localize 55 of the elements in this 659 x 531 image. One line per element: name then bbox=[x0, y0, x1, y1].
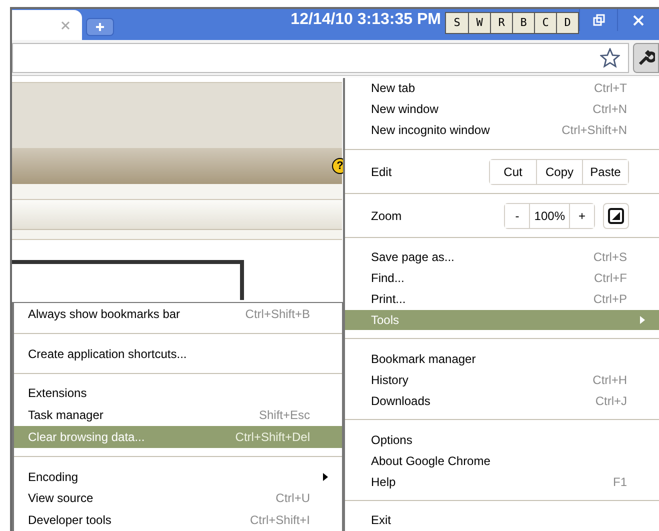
shortcut-text: Ctrl+P bbox=[593, 291, 627, 308]
plus-icon bbox=[95, 22, 105, 32]
restore-icon bbox=[592, 14, 604, 26]
new-tab-button[interactable] bbox=[86, 18, 114, 36]
shortcut-text: Shift+Esc bbox=[258, 407, 310, 424]
clock-text: 12/14/10 3:13:35 PM bbox=[290, 10, 441, 30]
fullscreen-button[interactable] bbox=[603, 202, 629, 229]
menu-item[interactable]: Downloads Ctrl+J bbox=[345, 390, 659, 412]
menu-label: Edit bbox=[371, 164, 393, 181]
menu-item[interactable]: Developer tools Ctrl+Shift+I bbox=[14, 509, 342, 531]
menu-item[interactable]: Extensions bbox=[14, 382, 342, 404]
toolbar-button[interactable]: S bbox=[446, 13, 468, 33]
shortcut-text: Ctrl+S bbox=[593, 249, 627, 266]
toolbar-button[interactable]: R bbox=[490, 13, 512, 33]
menu-item[interactable]: Encoding bbox=[14, 466, 342, 488]
menu-item[interactable]: Save page as... Ctrl+S bbox=[345, 246, 659, 268]
toolbar-button[interactable]: B bbox=[512, 13, 534, 33]
toolbar-button[interactable]: C bbox=[534, 13, 556, 33]
menu-item[interactable]: View source Ctrl+U bbox=[14, 488, 342, 510]
fullscreen-icon bbox=[608, 208, 624, 224]
shortcut-text: Ctrl+H bbox=[592, 372, 627, 389]
shortcut-text: Ctrl+U bbox=[276, 490, 310, 508]
shortcut-text: Ctrl+Shift+B bbox=[245, 306, 310, 323]
menu-item[interactable]: New window Ctrl+N bbox=[345, 98, 659, 120]
shortcut-text: Ctrl+Shift+Del bbox=[235, 428, 310, 446]
star-icon[interactable] bbox=[600, 48, 620, 68]
shortcut-text: Ctrl+J bbox=[595, 392, 627, 410]
menu-item[interactable]: History Ctrl+H bbox=[345, 369, 659, 390]
close-icon bbox=[633, 14, 644, 26]
toolbar-button[interactable]: W bbox=[468, 13, 490, 33]
shortcut-text: Ctrl+Shift+N bbox=[562, 122, 627, 140]
shortcut-text: Ctrl+Shift+I bbox=[250, 512, 310, 530]
menu-item[interactable]: Create application shortcuts... bbox=[14, 342, 342, 364]
menu-item[interactable]: Find... Ctrl+F bbox=[345, 268, 659, 289]
wrench-button[interactable] bbox=[633, 42, 659, 72]
shortcut-text: F1 bbox=[612, 474, 627, 491]
menu-item[interactable]: Always show bookmarks bar Ctrl+Shift+B bbox=[14, 303, 342, 325]
menu-item[interactable]: Print... Ctrl+P bbox=[345, 288, 659, 310]
submenu-arrow-icon bbox=[640, 316, 645, 324]
menu-item[interactable]: New incognito window Ctrl+Shift+N bbox=[345, 120, 659, 141]
submenu-arrow-icon bbox=[323, 472, 328, 481]
edit-button[interactable]: Paste bbox=[582, 160, 628, 184]
menu-item[interactable]: About Google Chrome bbox=[345, 450, 659, 472]
shortcut-text: Ctrl+N bbox=[592, 101, 627, 118]
shortcut-text: Ctrl+F bbox=[594, 270, 627, 288]
menu-item[interactable]: Options bbox=[345, 429, 659, 450]
menu-item[interactable]: Bookmark manager bbox=[345, 348, 659, 370]
shortcut-text: Ctrl+T bbox=[594, 80, 627, 98]
menu-item[interactable]: Exit bbox=[345, 510, 659, 531]
toolbar-button[interactable]: D bbox=[556, 13, 578, 33]
menu-item[interactable]: Task manager Shift+Esc bbox=[14, 404, 342, 426]
menu-item[interactable]: New tab Ctrl+T bbox=[345, 78, 659, 99]
menu-item[interactable]: Help F1 bbox=[345, 471, 659, 492]
menu-label: Zoom bbox=[371, 208, 403, 225]
wrench-icon bbox=[637, 48, 655, 66]
